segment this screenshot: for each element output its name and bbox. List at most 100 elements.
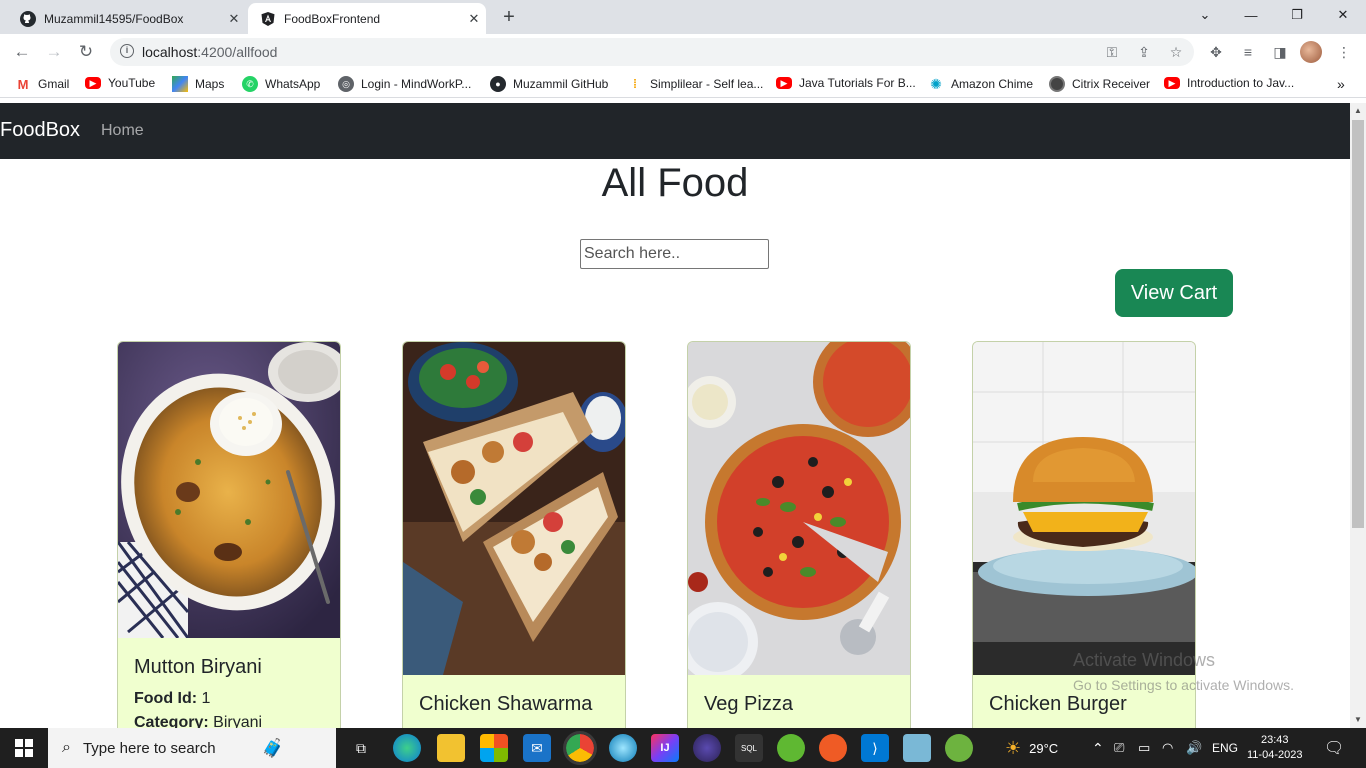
bookmark-youtube[interactable]: ▶ YouTube (85, 76, 155, 90)
food-id-value: 1 (201, 690, 211, 707)
web-app-icon[interactable] (609, 734, 637, 762)
intellij-icon[interactable]: IJ (651, 734, 679, 762)
whatsapp-icon: ✆ (242, 76, 258, 92)
bookmark-amazon-chime[interactable]: ✺ Amazon Chime (928, 76, 1033, 92)
simplilearn-icon: ⁞ (633, 77, 637, 91)
mail-icon[interactable]: ✉ (523, 734, 551, 762)
food-image-biryani (118, 342, 340, 638)
bookmark-java-tutorials[interactable]: ▶ Java Tutorials For B... (776, 76, 916, 90)
page-scrollbar[interactable]: ▲ ▼ (1350, 103, 1366, 728)
bookmark-github[interactable]: ● Muzammil GitHub (490, 76, 608, 92)
restore-icon[interactable]: ❐ (1274, 0, 1320, 30)
scroll-up-icon[interactable]: ▲ (1350, 103, 1366, 119)
store-icon[interactable] (480, 734, 508, 762)
food-card: Chicken Shawarma (402, 341, 626, 728)
more-bookmarks-icon[interactable]: » (1337, 76, 1345, 92)
bookmark-gmail[interactable]: M Gmail (15, 76, 70, 92)
spring-boot-icon[interactable] (945, 734, 973, 762)
brand-link[interactable]: FoodBox (0, 119, 80, 142)
food-id-row: Food Id: 1 (134, 690, 211, 707)
address-bar[interactable]: i localhost:4200/allfood ⚿ ⇪ ☆ (110, 38, 1194, 66)
clock-date: 11-04-2023 (1247, 749, 1303, 761)
youtube-icon: ▶ (1164, 77, 1180, 89)
activation-watermark-subtitle: Go to Settings to activate Windows. (1073, 677, 1294, 693)
task-view-icon[interactable]: ⧉ (347, 734, 375, 762)
bookmark-maps[interactable]: Maps (172, 76, 224, 92)
search-input[interactable] (580, 239, 769, 269)
profile-avatar[interactable] (1300, 41, 1322, 63)
forward-icon[interactable]: → (42, 40, 66, 64)
clock[interactable]: 23:43 11-04-2023 (1247, 728, 1302, 768)
food-image-shawarma (403, 342, 625, 675)
maps-icon (172, 76, 188, 92)
volume-icon[interactable]: 🔊 (1186, 728, 1202, 768)
reload-icon[interactable]: ↻ (74, 40, 98, 64)
tab-github[interactable]: Muzammil14595/FoodBox ✕ (8, 3, 246, 34)
browser-tab-strip: Muzammil14595/FoodBox ✕ FoodBoxFrontend … (0, 0, 1366, 34)
extensions-icon[interactable]: ✥ (1206, 42, 1226, 62)
scroll-down-icon[interactable]: ▼ (1350, 712, 1366, 728)
postman-icon[interactable] (819, 734, 847, 762)
clock-time: 23:43 (1260, 734, 1289, 746)
taskbar-search-placeholder: Type here to search (82, 739, 216, 757)
app-navbar: FoodBox Home (0, 103, 1350, 159)
notepad-icon[interactable] (903, 734, 931, 762)
tray-chevron-icon[interactable]: ⌃ (1092, 728, 1104, 768)
language-indicator[interactable]: ENG (1212, 728, 1238, 768)
key-icon[interactable]: ⚿ (1102, 42, 1122, 62)
weather-temp: 29°C (1029, 740, 1059, 756)
youtube-icon: ▶ (776, 77, 792, 89)
minimize-icon[interactable]: — (1228, 0, 1274, 30)
food-card: Veg Pizza (687, 341, 911, 728)
mysql-icon[interactable]: SQL (735, 734, 763, 762)
windows-start-icon[interactable] (0, 728, 48, 768)
food-card-body: Chicken Shawarma (403, 675, 625, 716)
taskbar-search-box[interactable]: ⌕ Type here to search 🧳 (48, 728, 336, 768)
bookmarks-bar: M Gmail ▶ YouTube Maps ✆ WhatsApp ◎ Login - … (0, 70, 1366, 98)
site-info-icon[interactable]: i (120, 44, 134, 58)
close-tab-icon[interactable]: ✕ (222, 11, 246, 27)
tab-title: FoodBoxFrontend (284, 11, 381, 26)
media-icon[interactable]: ≡ (1238, 42, 1258, 62)
bookmark-star-icon[interactable]: ☆ (1166, 42, 1186, 62)
battery-icon[interactable]: ▭ (1138, 728, 1150, 768)
food-name: Chicken Burger (989, 693, 1127, 715)
vscode-icon[interactable]: ⟩ (861, 734, 889, 762)
view-cart-button[interactable]: View Cart (1115, 269, 1233, 317)
share-icon[interactable]: ⇪ (1134, 42, 1154, 62)
citrix-icon (1049, 76, 1065, 92)
nav-home-link[interactable]: Home (101, 122, 144, 140)
back-icon[interactable]: ← (10, 40, 34, 64)
food-name: Veg Pizza (704, 693, 793, 715)
globe-icon: ◎ (338, 76, 354, 92)
food-card-body: Mutton Biryani Food Id: 1 Category: Biry… (118, 638, 340, 728)
menu-kebab-icon[interactable]: ⋮ (1334, 42, 1354, 62)
file-explorer-icon[interactable] (437, 734, 465, 762)
bookmark-simplilearn[interactable]: ⁞ Simplilear - Self lea... (627, 76, 763, 92)
notifications-icon[interactable]: 🗨 (1324, 728, 1344, 768)
activation-watermark-title: Activate Windows (1073, 650, 1216, 670)
edge-icon[interactable] (393, 734, 421, 762)
side-panel-icon[interactable]: ◨ (1270, 42, 1290, 62)
chrome-icon[interactable] (563, 731, 597, 765)
bookmark-whatsapp[interactable]: ✆ WhatsApp (242, 76, 320, 92)
chime-icon: ✺ (930, 75, 942, 92)
tab-foodbox[interactable]: FoodBoxFrontend ✕ (248, 3, 486, 34)
bookmark-intro-java[interactable]: ▶ Introduction to Jav... (1164, 76, 1294, 90)
food-category-value: Biryani (213, 714, 263, 728)
wifi-icon[interactable]: ◠ (1162, 728, 1173, 768)
tray-device-icon[interactable]: ⎚ (1114, 728, 1124, 768)
food-meta: Food Id: 1 Category: Biryani (134, 687, 324, 728)
close-window-icon[interactable]: ✕ (1320, 0, 1366, 30)
new-tab-icon[interactable]: + (498, 6, 520, 28)
scrollbar-thumb[interactable] (1352, 120, 1364, 528)
tab-search-chevron-icon[interactable]: ⌄ (1182, 0, 1228, 30)
spring-tool-icon[interactable] (777, 734, 805, 762)
eclipse-icon[interactable] (693, 734, 721, 762)
food-card-body: Veg Pizza (688, 675, 910, 716)
weather-widget[interactable]: ☀ 29°C (1005, 728, 1058, 768)
bookmark-mindwork[interactable]: ◎ Login - MindWorkP... (338, 76, 471, 92)
search-highlight-icon: 🧳 (261, 737, 284, 758)
close-tab-icon[interactable]: ✕ (462, 11, 486, 27)
bookmark-citrix[interactable]: Citrix Receiver (1049, 76, 1150, 92)
